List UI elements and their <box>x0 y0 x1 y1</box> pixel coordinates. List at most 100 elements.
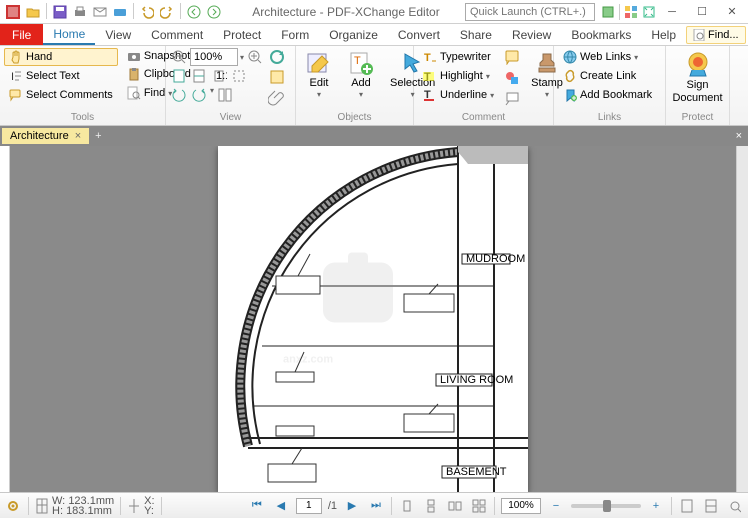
left-pane-gutter[interactable] <box>0 146 10 492</box>
ribbon-group-view: ▾ 1:1 ▾ <box>166 46 296 125</box>
page-total: /1 <box>328 500 337 512</box>
rotate-ccw-icon[interactable] <box>170 86 188 104</box>
page-size-icon <box>35 497 49 515</box>
shapes-icon[interactable] <box>503 69 521 87</box>
fit-page-icon[interactable] <box>170 67 188 85</box>
save-icon[interactable] <box>51 3 69 21</box>
edit-object-button[interactable]: Edit▾ <box>300 48 338 101</box>
menu-share[interactable]: Share <box>450 24 502 45</box>
options-gear-icon[interactable] <box>4 497 22 515</box>
zoom-dropdown-icon[interactable]: ▾ <box>240 53 244 62</box>
layout-single-icon[interactable] <box>398 497 416 515</box>
view-highlight-icon[interactable] <box>268 68 286 86</box>
maximize-button[interactable]: ☐ <box>688 2 716 22</box>
layout-facing-continuous-icon[interactable] <box>470 497 488 515</box>
zoom-out-icon[interactable] <box>170 48 188 66</box>
fit-visible-status-icon[interactable] <box>726 497 744 515</box>
select-text-tool[interactable]: ISelect Text <box>4 67 118 85</box>
ribbon: Hand ISelect Text Select Comments Snapsh… <box>0 46 748 126</box>
view-refresh-icon[interactable] <box>268 48 286 66</box>
underline-tool[interactable]: TUnderline▾ <box>418 86 499 104</box>
web-links-button[interactable]: Web Links▾ <box>558 48 657 66</box>
nav-back-icon[interactable] <box>185 3 203 21</box>
page-canvas[interactable]: MUDROOM LIVING ROOM BASEMENT anxz.com <box>10 146 736 492</box>
crosshair-icon <box>127 497 141 515</box>
zoom-in-status-icon[interactable]: + <box>647 497 665 515</box>
add-object-button[interactable]: TAdd▾ <box>342 48 380 101</box>
menu-organize[interactable]: Organize <box>319 24 388 45</box>
menu-review[interactable]: Review <box>502 24 561 45</box>
document-tab-label: Architecture <box>10 130 69 142</box>
close-tab-icon[interactable]: × <box>75 130 81 142</box>
fit-width-status-icon[interactable] <box>702 497 720 515</box>
document-tab[interactable]: Architecture × <box>2 128 89 144</box>
first-page-icon[interactable]: ⏮ <box>248 497 266 515</box>
highlight-tool[interactable]: THighlight▾ <box>418 67 499 85</box>
page-number-input[interactable] <box>296 498 322 514</box>
nav-forward-icon[interactable] <box>205 3 223 21</box>
file-menu[interactable]: File <box>0 24 43 45</box>
scan-icon[interactable] <box>111 3 129 21</box>
menu-bookmarks[interactable]: Bookmarks <box>561 24 641 45</box>
sign-document-button[interactable]: SignDocument <box>666 48 728 106</box>
email-icon[interactable] <box>91 3 109 21</box>
find-button[interactable]: Find... <box>686 26 746 44</box>
vertical-scrollbar[interactable] <box>736 146 748 492</box>
app-icon <box>4 3 22 21</box>
zoom-level-input[interactable] <box>501 498 541 514</box>
ribbon-group-objects: Edit▾ TAdd▾ Selection▾ Objects <box>296 46 414 125</box>
menu-bar: File Home View Comment Protect Form Orga… <box>0 24 748 46</box>
menu-help[interactable]: Help <box>641 24 686 45</box>
last-page-icon[interactable]: ⏭ <box>367 497 385 515</box>
fit-page-status-icon[interactable] <box>678 497 696 515</box>
callout-icon[interactable] <box>503 90 521 108</box>
redo-icon[interactable] <box>158 3 176 21</box>
zoom-in-icon[interactable] <box>246 48 264 66</box>
page-thumbs-icon[interactable] <box>216 86 234 104</box>
ribbon-group-comment: TTypewriter THighlight▾ TUnderline▾ Stam… <box>414 46 554 125</box>
zoom-out-status-icon[interactable]: − <box>547 497 565 515</box>
quick-launch-go-icon[interactable] <box>599 3 617 21</box>
view-attach-icon[interactable] <box>268 88 286 106</box>
svg-text:I: I <box>11 71 14 83</box>
open-icon[interactable] <box>24 3 42 21</box>
next-page-icon[interactable]: ▶ <box>343 497 361 515</box>
zoom-input[interactable] <box>190 48 238 66</box>
prev-page-icon[interactable]: ◀ <box>272 497 290 515</box>
menu-form[interactable]: Form <box>271 24 319 45</box>
close-button[interactable]: ✕ <box>718 2 746 22</box>
expand-icon[interactable] <box>640 3 658 21</box>
rotate-cw-icon[interactable] <box>190 86 208 104</box>
hand-tool[interactable]: Hand <box>4 48 118 66</box>
zoom-selection-icon[interactable] <box>230 67 248 85</box>
ribbon-group-tools: Hand ISelect Text Select Comments Snapsh… <box>0 46 166 125</box>
menu-home[interactable]: Home <box>43 24 95 45</box>
status-bar: W: 123.1mm H: 183.1mm X: Y: ⏮ ◀ /1 ▶ ⏭ −… <box>0 492 748 518</box>
menu-comment[interactable]: Comment <box>141 24 213 45</box>
actual-size-icon[interactable]: 1:1 <box>210 67 228 85</box>
new-tab-icon[interactable]: + <box>89 130 107 142</box>
minimize-button[interactable]: ─ <box>658 2 686 22</box>
ui-options-icon[interactable] <box>622 3 640 21</box>
undo-icon[interactable] <box>138 3 156 21</box>
pdf-page: MUDROOM LIVING ROOM BASEMENT <box>218 146 528 492</box>
close-all-tabs-icon[interactable]: × <box>730 130 748 142</box>
menu-view[interactable]: View <box>95 24 141 45</box>
create-link-button[interactable]: Create Link <box>558 67 657 85</box>
print-icon[interactable] <box>71 3 89 21</box>
select-comments-tool[interactable]: Select Comments <box>4 86 118 104</box>
fit-width-icon[interactable] <box>190 67 208 85</box>
menu-convert[interactable]: Convert <box>388 24 450 45</box>
typewriter-tool[interactable]: TTypewriter <box>418 48 499 66</box>
svg-text:MUDROOM: MUDROOM <box>466 253 525 265</box>
layout-facing-icon[interactable] <box>446 497 464 515</box>
page-size-readout: W: 123.1mm H: 183.1mm <box>35 496 114 516</box>
cursor-pos-readout: X: Y: <box>127 496 154 516</box>
quick-launch-input[interactable] <box>465 3 595 21</box>
note-icon[interactable] <box>503 48 521 66</box>
layout-continuous-icon[interactable] <box>422 497 440 515</box>
add-bookmark-button[interactable]: Add Bookmark <box>558 86 657 104</box>
menu-protect[interactable]: Protect <box>213 24 271 45</box>
document-tabs: Architecture × + × <box>0 126 748 146</box>
zoom-slider[interactable] <box>571 504 641 508</box>
